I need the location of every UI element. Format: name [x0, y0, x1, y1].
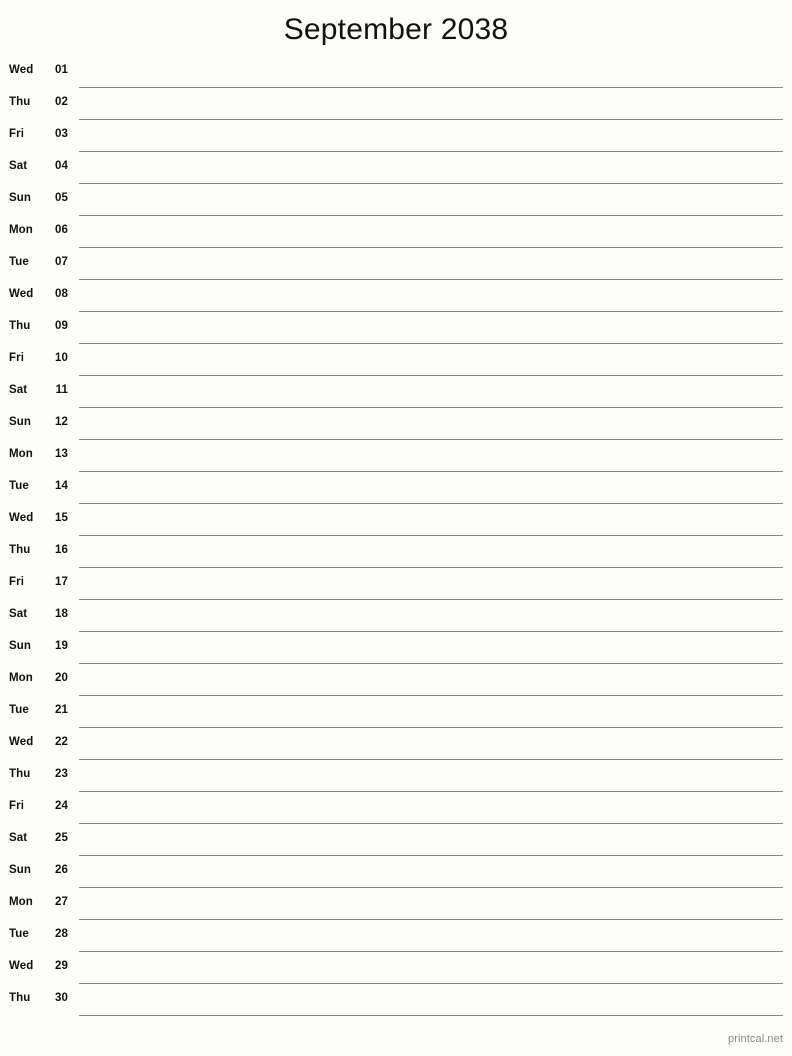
day-row: Sun 19 [0, 632, 792, 664]
day-weekday-label: Sat [9, 832, 28, 844]
day-row: Fri 24 [0, 792, 792, 824]
day-weekday-label: Thu [9, 992, 31, 1004]
day-row: Sat 25 [0, 824, 792, 856]
day-weekday-label: Fri [9, 800, 24, 812]
day-number-label: 15 [55, 512, 68, 524]
day-number-label: 14 [55, 480, 68, 492]
day-row: Sat 04 [0, 152, 792, 184]
day-row: Mon 27 [0, 888, 792, 920]
day-number-label: 27 [55, 896, 68, 908]
day-weekday-label: Wed [9, 64, 34, 76]
day-weekday-label: Wed [9, 288, 34, 300]
day-row: Sat 18 [0, 600, 792, 632]
day-writing-line[interactable] [79, 1015, 783, 1016]
day-weekday-label: Fri [9, 576, 24, 588]
day-row: Thu 16 [0, 536, 792, 568]
day-weekday-label: Mon [9, 224, 33, 236]
day-weekday-label: Fri [9, 128, 24, 140]
day-weekday-label: Thu [9, 320, 31, 332]
day-row: Thu 30 [0, 984, 792, 1016]
day-number-label: 08 [55, 288, 68, 300]
day-row: Sat 11 [0, 376, 792, 408]
day-row: Thu 09 [0, 312, 792, 344]
day-row: Wed 01 [0, 56, 792, 88]
day-number-label: 04 [55, 160, 68, 172]
day-number-label: 13 [55, 448, 68, 460]
day-row: Sun 12 [0, 408, 792, 440]
day-row: Tue 14 [0, 472, 792, 504]
day-number-label: 29 [55, 960, 68, 972]
day-row: Sun 05 [0, 184, 792, 216]
day-row: Mon 06 [0, 216, 792, 248]
day-number-label: 19 [55, 640, 68, 652]
day-weekday-label: Tue [9, 704, 29, 716]
day-number-label: 07 [55, 256, 68, 268]
day-weekday-label: Mon [9, 672, 33, 684]
day-row: Tue 28 [0, 920, 792, 952]
day-number-label: 21 [55, 704, 68, 716]
day-number-label: 20 [55, 672, 68, 684]
day-row: Fri 17 [0, 568, 792, 600]
day-number-label: 16 [55, 544, 68, 556]
day-row: Wed 08 [0, 280, 792, 312]
day-weekday-label: Wed [9, 736, 34, 748]
day-number-label: 02 [55, 96, 68, 108]
day-number-label: 05 [55, 192, 68, 204]
calendar-page: September 2038 Wed 01 Thu 02 Fri 03 Sat 04 Sun 05… [0, 0, 792, 1056]
day-weekday-label: Wed [9, 960, 34, 972]
day-weekday-label: Sun [9, 640, 32, 652]
day-row: Fri 03 [0, 120, 792, 152]
day-number-label: 18 [55, 608, 68, 620]
day-number-label: 01 [55, 64, 68, 76]
day-weekday-label: Thu [9, 768, 31, 780]
day-number-label: 10 [55, 352, 68, 364]
day-row: Thu 23 [0, 760, 792, 792]
day-weekday-label: Mon [9, 896, 33, 908]
day-row: Wed 29 [0, 952, 792, 984]
day-weekday-label: Wed [9, 512, 34, 524]
day-number-label: 28 [55, 928, 68, 940]
day-number-label: 23 [55, 768, 68, 780]
day-weekday-label: Fri [9, 352, 24, 364]
day-weekday-label: Thu [9, 96, 31, 108]
day-row: Tue 07 [0, 248, 792, 280]
day-row: Fri 10 [0, 344, 792, 376]
day-number-label: 22 [55, 736, 68, 748]
day-number-label: 09 [55, 320, 68, 332]
day-number-label: 26 [55, 864, 68, 876]
day-weekday-label: Sat [9, 384, 28, 396]
day-row: Wed 22 [0, 728, 792, 760]
day-row: Mon 20 [0, 664, 792, 696]
day-number-label: 25 [55, 832, 68, 844]
day-row: Wed 15 [0, 504, 792, 536]
day-weekday-label: Sat [9, 160, 28, 172]
day-row: Thu 02 [0, 88, 792, 120]
day-weekday-label: Sun [9, 864, 32, 876]
day-row: Tue 21 [0, 696, 792, 728]
day-number-label: 24 [55, 800, 68, 812]
day-weekday-label: Sat [9, 608, 28, 620]
day-weekday-label: Tue [9, 256, 29, 268]
day-weekday-label: Thu [9, 544, 31, 556]
day-number-label: 30 [55, 992, 68, 1004]
page-title: September 2038 [283, 13, 509, 46]
footer-credit: printcal.net [727, 1033, 783, 1045]
day-weekday-label: Sun [9, 192, 32, 204]
day-weekday-label: Mon [9, 448, 33, 460]
day-row: Mon 13 [0, 440, 792, 472]
day-number-label: 03 [55, 128, 68, 140]
day-weekday-label: Tue [9, 480, 29, 492]
day-number-label: 11 [55, 384, 68, 396]
day-weekday-label: Sun [9, 416, 32, 428]
day-row-list: Wed 01 Thu 02 Fri 03 Sat 04 Sun 05 Mon 06 Tue 07 Wed 08… [0, 56, 792, 1016]
day-weekday-label: Tue [9, 928, 29, 940]
day-row: Sun 26 [0, 856, 792, 888]
day-number-label: 12 [55, 416, 68, 428]
day-number-label: 06 [55, 224, 68, 236]
day-number-label: 17 [55, 576, 68, 588]
